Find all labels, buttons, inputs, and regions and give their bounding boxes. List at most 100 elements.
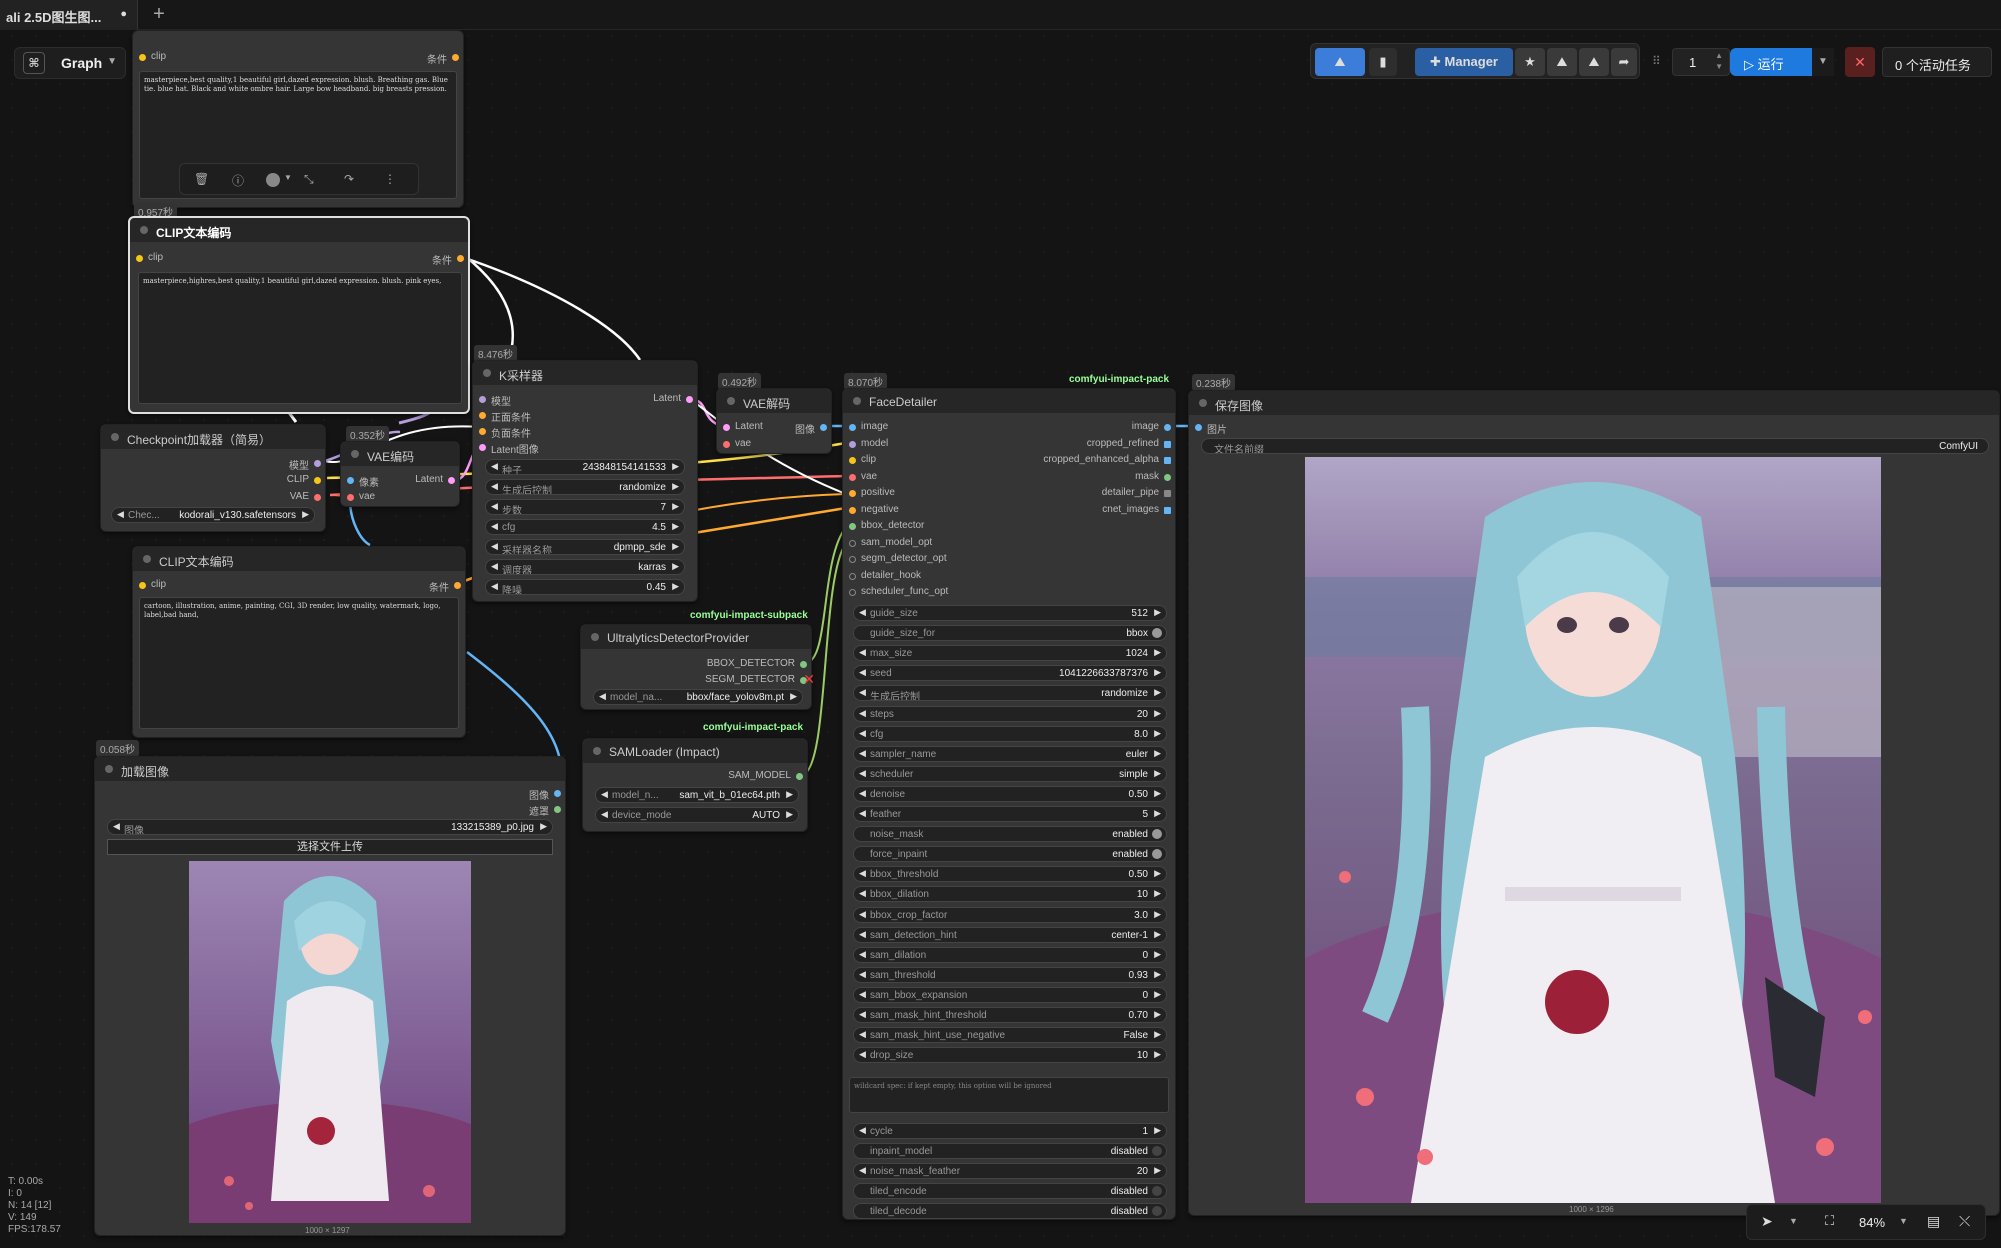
clip-text-encode-node-top[interactable]: clip 条件 masterpiece,best quality,1 beaut… bbox=[132, 30, 464, 208]
widget-guide-size[interactable]: ◀ guide_size 512 ▶ bbox=[853, 605, 1167, 621]
chevron-down-icon[interactable]: ▼ bbox=[1789, 1216, 1798, 1226]
arrow-left-icon[interactable]: ◀ bbox=[491, 541, 498, 552]
run-options-dropdown[interactable]: ▼ bbox=[1812, 48, 1834, 76]
widget-feather[interactable]: ◀ feather 5 ▶ bbox=[853, 806, 1167, 822]
input-slot-positive[interactable]: positive bbox=[847, 487, 895, 498]
widget-noise-mask[interactable]: noise_mask enabled bbox=[853, 826, 1167, 843]
model-name-combo[interactable]: ◀ model_na... bbox/face_yolov8m.pt ▶ bbox=[593, 689, 803, 705]
widget-sampler-name[interactable]: ◀ sampler_name euler ▶ bbox=[853, 745, 1167, 762]
arrow-left-icon[interactable]: ◀ bbox=[859, 647, 866, 658]
widget-bbox-crop-factor[interactable]: ◀ bbox_crop_factor 3.0 ▶ bbox=[853, 906, 1167, 923]
active-tasks-button[interactable]: 0 个活动任务 bbox=[1882, 47, 1992, 77]
load-image-node[interactable]: 加载图像 图像 遮罩 ◀ 图像 133215389_p0.jpg ▶ 选择文件上传 1… bbox=[94, 756, 566, 1236]
input-slot-image[interactable]: image bbox=[847, 421, 888, 432]
arrow-left-icon[interactable]: ◀ bbox=[491, 481, 498, 492]
input-slot-vae[interactable]: vae bbox=[721, 438, 751, 449]
checkpoint-loader-node[interactable]: Checkpoint加载器（简易） 模型 CLIP VAE ◀ Chec... … bbox=[100, 424, 326, 532]
upload-button[interactable]: 选择文件上传 bbox=[107, 839, 553, 855]
widget-[interactable]: ◀ 步数 7 ▶ bbox=[485, 499, 685, 515]
input-slot-vae[interactable]: vae bbox=[847, 471, 877, 482]
toggle-icon[interactable] bbox=[1152, 1186, 1162, 1196]
input-slot-images[interactable]: 图片 bbox=[1193, 421, 1227, 436]
node-title[interactable]: 保存图像 bbox=[1189, 391, 1999, 415]
output-slot-cropped-enhanced-alpha[interactable]: cropped_enhanced_alpha bbox=[1043, 454, 1173, 465]
widget-cfg[interactable]: ◀ cfg 4.5 ▶ bbox=[485, 519, 685, 535]
graph-menu-button[interactable]: ⌘ Graph ▼ bbox=[14, 47, 126, 79]
input-slot-negative[interactable]: 负面条件 bbox=[477, 425, 531, 440]
save-image-node[interactable]: 保存图像 图片 文件名前缀 ComfyUI 1000 × 1296 bbox=[1188, 390, 2000, 1216]
arrow-left-icon[interactable]: ◀ bbox=[491, 501, 498, 512]
arrow-right-icon[interactable]: ▶ bbox=[1154, 949, 1161, 960]
arrow-left-icon[interactable]: ◀ bbox=[859, 868, 866, 879]
widget-force-inpaint[interactable]: force_inpaint enabled bbox=[853, 846, 1167, 863]
output-slot-conditioning[interactable]: 条件 bbox=[432, 252, 466, 267]
arrow-right-icon[interactable]: ▶ bbox=[1154, 909, 1161, 920]
arrow-left-icon[interactable]: ◀ bbox=[859, 808, 866, 819]
input-slot-clip[interactable]: clip bbox=[137, 579, 166, 590]
arrow-right-icon[interactable]: ▶ bbox=[1154, 788, 1161, 799]
output-slot-clip[interactable]: CLIP bbox=[287, 474, 323, 485]
arrow-left-icon[interactable]: ◀ bbox=[859, 989, 866, 1000]
zoom-level[interactable]: 84% bbox=[1859, 1215, 1885, 1230]
output-slot-image[interactable]: 图像 bbox=[529, 787, 563, 802]
arrow-right-icon[interactable]: ▶ bbox=[1154, 929, 1161, 940]
comfy-logo-button[interactable]: ⛰ bbox=[1315, 48, 1365, 76]
toggle-icon[interactable] bbox=[1152, 1146, 1162, 1156]
output-slot-image[interactable]: image bbox=[1132, 421, 1173, 432]
more-options-icon[interactable]: ⋮ bbox=[384, 172, 396, 186]
arrow-left-icon[interactable]: ◀ bbox=[859, 969, 866, 980]
widget-cycle[interactable]: ◀ cycle 1 ▶ bbox=[853, 1123, 1167, 1139]
arrow-right-icon[interactable]: ▶ bbox=[1154, 808, 1161, 819]
output-slot-bbox-detector[interactable]: BBOX_DETECTOR bbox=[707, 658, 809, 669]
output-slot-detailer-pipe[interactable]: detailer_pipe bbox=[1102, 487, 1173, 498]
drag-handle-icon[interactable]: ⠿ bbox=[1652, 54, 1661, 68]
queue-count-input[interactable]: 1 ▲ ▼ bbox=[1672, 48, 1730, 76]
arrow-left-icon[interactable]: ◀ bbox=[491, 521, 498, 532]
toggle-icon[interactable] bbox=[1152, 849, 1162, 860]
arrow-right-icon[interactable]: ▶ bbox=[672, 581, 679, 592]
prompt-textarea[interactable]: cartoon, illustration, anime, painting, … bbox=[139, 597, 459, 729]
arrow-right-icon[interactable]: ▶ bbox=[1154, 647, 1161, 658]
arrow-right-icon[interactable]: ▶ bbox=[1154, 868, 1161, 879]
fit-view-icon[interactable]: ⛶ bbox=[1825, 1213, 1834, 1229]
arrow-left-icon[interactable]: ◀ bbox=[859, 748, 866, 759]
chevron-down-icon[interactable]: ▼ bbox=[1899, 1216, 1908, 1226]
widget-drop-size[interactable]: ◀ drop_size 10 ▶ bbox=[853, 1047, 1167, 1064]
input-slot-model[interactable]: model bbox=[847, 438, 888, 449]
arrow-left-icon[interactable]: ◀ bbox=[859, 949, 866, 960]
widget-sam-detection-hint[interactable]: ◀ sam_detection_hint center-1 ▶ bbox=[853, 926, 1167, 943]
widget-scheduler[interactable]: ◀ scheduler simple ▶ bbox=[853, 765, 1167, 782]
arrow-right-icon[interactable]: ▶ bbox=[1154, 728, 1161, 739]
widget-inpaint-model[interactable]: inpaint_model disabled bbox=[853, 1143, 1167, 1159]
widget-guide-size-for[interactable]: guide_size_for bbox bbox=[853, 625, 1167, 642]
widget-seed[interactable]: ◀ seed 1041226633787376 ▶ bbox=[853, 665, 1167, 682]
wildcard-textarea[interactable]: wildcard spec: if kept empty, this optio… bbox=[849, 1077, 1169, 1113]
arrow-right-icon[interactable]: ▶ bbox=[1154, 607, 1161, 618]
node-title[interactable]: VAE编码 bbox=[341, 442, 459, 466]
output-slot-cropped-refined[interactable]: cropped_refined bbox=[1087, 438, 1173, 449]
manager-button[interactable]: ✚ Manager bbox=[1415, 48, 1513, 76]
arrow-left-icon[interactable]: ◀ bbox=[859, 768, 866, 779]
input-slot-latent-image[interactable]: Latent图像 bbox=[477, 441, 539, 456]
arrow-left-icon[interactable]: ◀ bbox=[859, 607, 866, 618]
arrow-right-icon[interactable]: ▶ bbox=[1154, 1125, 1161, 1136]
stepper-icon[interactable]: ▲ ▼ bbox=[1715, 50, 1723, 72]
ksampler-node[interactable]: K采样器 模型 正面条件 负面条件 Latent图像 Latent ◀ 种子 243… bbox=[472, 360, 698, 602]
widget-bbox-threshold[interactable]: ◀ bbox_threshold 0.50 ▶ bbox=[853, 866, 1167, 883]
output-slot-model[interactable]: 模型 bbox=[289, 457, 323, 472]
trash-icon[interactable]: 🗑 bbox=[194, 172, 209, 186]
widget-sam-bbox-expansion[interactable]: ◀ sam_bbox_expansion 0 ▶ bbox=[853, 986, 1167, 1003]
arrow-right-icon[interactable]: ▶ bbox=[1154, 667, 1161, 678]
arrow-right-icon[interactable]: ▶ bbox=[672, 541, 679, 552]
arrow-right-icon[interactable]: ▶ bbox=[1154, 768, 1161, 779]
sam-model-combo[interactable]: ◀ model_n... sam_vit_b_01ec64.pth ▶ bbox=[595, 787, 799, 803]
info-icon[interactable]: ⓘ bbox=[232, 172, 244, 189]
input-slot-sam-model-opt[interactable]: sam_model_opt bbox=[847, 537, 932, 548]
output-slot-mask[interactable]: 遮罩 bbox=[529, 803, 563, 818]
widget-[interactable]: ◀ 调度器 karras ▶ bbox=[485, 559, 685, 575]
filename-prefix-input[interactable]: 文件名前缀 ComfyUI bbox=[1201, 438, 1989, 454]
output-slot-image[interactable]: 图像 bbox=[795, 421, 829, 436]
input-slot-detailer-hook[interactable]: detailer_hook bbox=[847, 570, 921, 581]
collapse-dot-icon[interactable] bbox=[483, 369, 491, 377]
run-button[interactable]: ▷ 运行 bbox=[1730, 48, 1812, 76]
